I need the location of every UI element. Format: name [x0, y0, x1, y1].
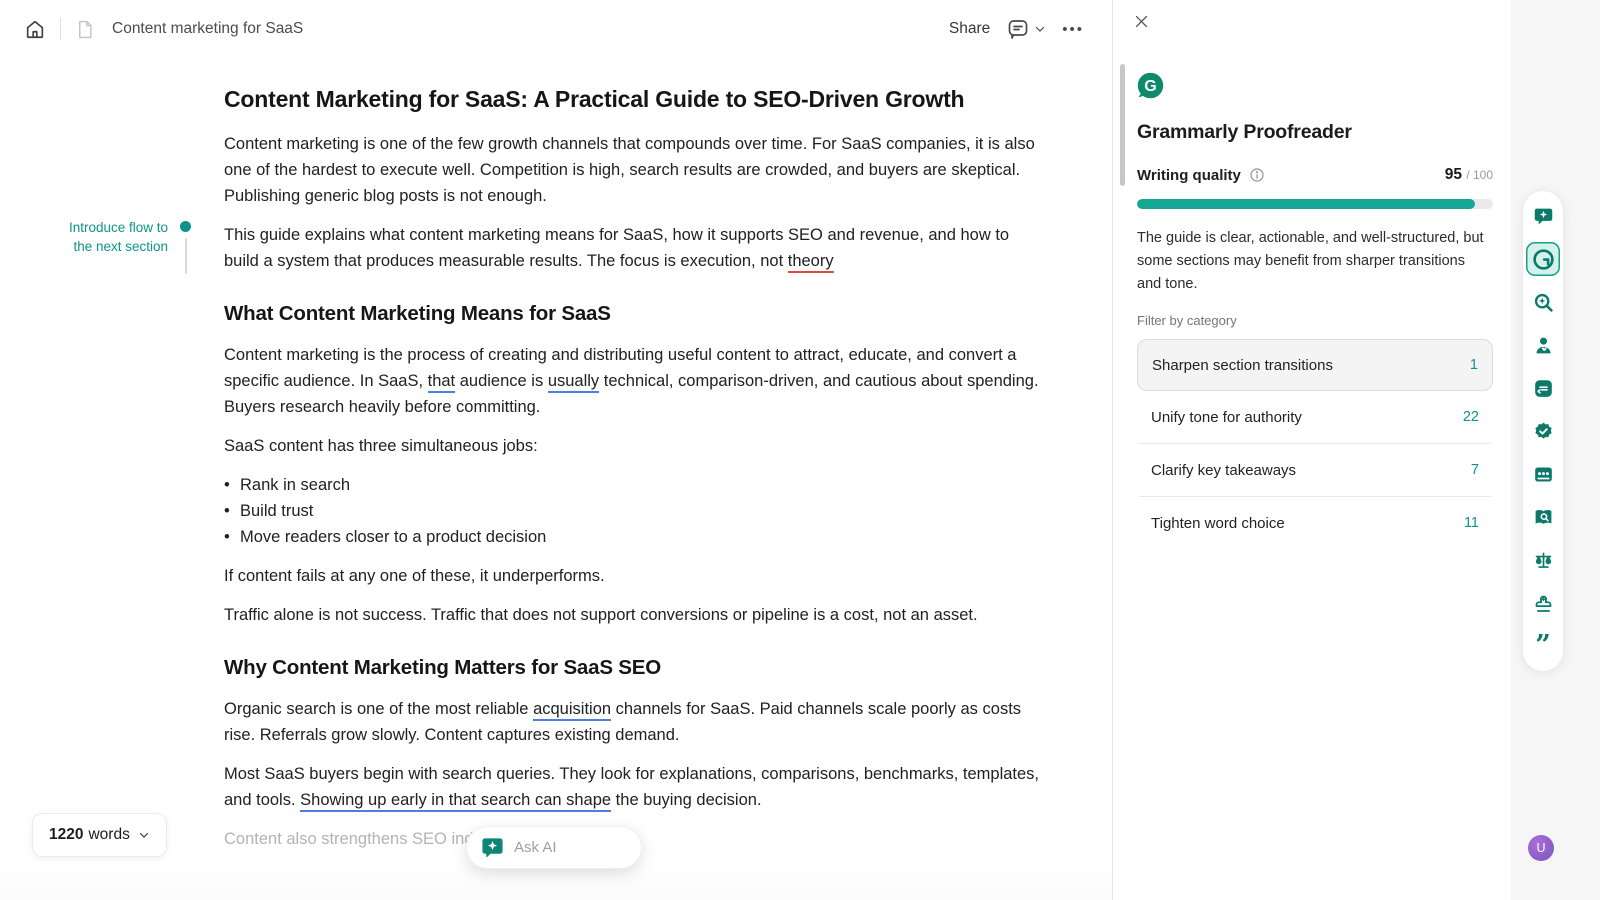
category-count: 1 [1470, 357, 1478, 373]
category-row[interactable]: Unify tone for authority 22 [1137, 391, 1493, 443]
quality-score-max: / 100 [1466, 168, 1493, 182]
doc-paragraph: This guide explains what content marketi… [224, 222, 1042, 274]
doc-bullet-item: Rank in search [224, 472, 1042, 498]
suggestion-underline[interactable]: usually [548, 372, 599, 393]
doc-paragraph: SaaS content has three simultaneous jobs… [224, 433, 1042, 459]
stamp-icon[interactable] [1526, 586, 1560, 620]
doc-paragraph: Content marketing is the process of crea… [224, 342, 1042, 420]
doc-text: If content fails at any one of these, it… [224, 567, 605, 585]
audience-icon[interactable] [1526, 457, 1560, 491]
rewrite-icon[interactable] [1526, 371, 1560, 405]
quality-score: 95 / 100 [1445, 166, 1493, 184]
category-row[interactable]: Sharpen section transitions 1 [1137, 339, 1493, 391]
doc-text: Organic search is one of the most reliab… [224, 700, 533, 718]
chevron-down-icon [1034, 23, 1046, 35]
panel-title: Grammarly Proofreader [1137, 121, 1352, 144]
document-body[interactable]: Content Marketing for SaaS: A Practical … [224, 84, 1042, 865]
doc-text: Content marketing is one of the few grow… [224, 135, 1035, 205]
doc-bullet-list: Rank in searchBuild trustMove readers cl… [224, 472, 1042, 550]
doc-paragraph: Traffic alone is not success. Traffic th… [224, 602, 1042, 628]
ask-ai-sparkle-bubble-icon [481, 836, 504, 859]
quality-score-value: 95 [1445, 166, 1462, 183]
doc-text: SaaS content has three simultaneous jobs… [224, 437, 538, 455]
avatar-initial: U [1536, 841, 1545, 855]
suggestion-underline[interactable]: acquisition [533, 700, 611, 721]
right-rail: ” U [1511, 0, 1600, 900]
chevron-down-icon [138, 829, 150, 841]
user-avatar[interactable]: U [1528, 835, 1554, 861]
topbar-divider [60, 18, 61, 40]
svg-text:G: G [1144, 77, 1156, 95]
document-title-breadcrumb: Content marketing for SaaS [112, 20, 303, 38]
grammarly-logo-icon: G [1137, 72, 1164, 99]
margin-comment-line1: Introduce flow to [56, 218, 168, 237]
panel-scrollbar[interactable] [1120, 64, 1125, 186]
category-count: 11 [1464, 515, 1479, 531]
quote-glyph: ” [1535, 637, 1551, 655]
doc-heading: Why Content Marketing Matters for SaaS S… [224, 655, 1042, 681]
document-area[interactable]: Content marketing for SaaS Share ••• Int… [0, 0, 1112, 900]
doc-bullet-item: Move readers closer to a product decisio… [224, 524, 1042, 550]
comments-toggle-button[interactable] [1006, 17, 1046, 41]
comments-icon [1006, 17, 1030, 41]
badge-check-icon[interactable] [1526, 414, 1560, 448]
share-button[interactable]: Share [949, 20, 990, 38]
category-label: Tighten word choice [1151, 515, 1285, 532]
category-list: Sharpen section transitions 1 Unify tone f… [1137, 339, 1493, 549]
margin-comment[interactable]: Introduce flow to the next section [56, 218, 168, 256]
ask-ai-placeholder: Ask AI [514, 839, 557, 856]
doc-text: This guide explains what content marketi… [224, 226, 1009, 270]
personalize-icon[interactable] [1526, 328, 1560, 362]
category-label: Sharpen section transitions [1152, 357, 1333, 374]
margin-comment-line2: the next section [56, 237, 168, 256]
close-icon [1133, 13, 1150, 30]
assistant-toolbar: ” [1522, 190, 1564, 672]
quality-progress-track [1137, 199, 1493, 209]
category-row[interactable]: Clarify key takeaways 7 [1137, 444, 1493, 496]
suggestion-underline[interactable]: that [428, 372, 456, 393]
doc-paragraph: If content fails at any one of these, it… [224, 563, 1042, 589]
doc-text: Traffic alone is not success. Traffic th… [224, 606, 978, 624]
app-window: Content marketing for SaaS Share ••• Int… [0, 0, 1600, 900]
panel-close-button[interactable] [1129, 13, 1153, 37]
comment-dot-icon[interactable] [180, 221, 191, 232]
info-icon[interactable] [1249, 167, 1265, 183]
more-options-button[interactable]: ••• [1062, 21, 1084, 38]
doc-text: the buying decision. [611, 791, 761, 809]
doc-text: audience is [455, 372, 548, 390]
doc-heading: What Content Marketing Means for SaaS [224, 301, 1042, 327]
plagiarism-book-icon[interactable] [1526, 500, 1560, 534]
comment-thread-line [185, 238, 187, 274]
word-count-button[interactable]: 1220 words [32, 813, 167, 857]
document-topbar: Content marketing for SaaS Share ••• [0, 0, 1112, 58]
doc-paragraph: Most SaaS buyers begin with search queri… [224, 761, 1042, 813]
doc-heading: Content Marketing for SaaS: A Practical … [224, 84, 1042, 114]
suggestion-underline[interactable]: theory [788, 252, 834, 273]
ask-ai-input[interactable]: Ask AI [466, 826, 642, 869]
category-label: Unify tone for authority [1151, 409, 1302, 426]
category-count: 7 [1471, 462, 1479, 478]
category-row[interactable]: Tighten word choice 11 [1137, 497, 1493, 549]
citations-quote-icon[interactable]: ” [1526, 629, 1560, 663]
word-count-unit: words [88, 826, 129, 844]
doc-paragraph: Organic search is one of the most reliab… [224, 696, 1042, 748]
comment-sparkle-icon[interactable] [1526, 199, 1560, 233]
document-file-icon [75, 20, 94, 39]
quality-summary: The guide is clear, actionable, and well… [1137, 227, 1493, 296]
grammarly-g-icon[interactable] [1526, 242, 1560, 276]
word-count-value: 1220 [49, 826, 83, 844]
doc-bullet-item: Build trust [224, 498, 1042, 524]
search-sparkle-icon[interactable] [1526, 285, 1560, 319]
grammarly-panel: G Grammarly Proofreader Writing quality … [1112, 0, 1510, 900]
quality-progress-fill [1137, 199, 1475, 209]
writing-quality-label: Writing quality [1137, 167, 1241, 184]
category-count: 22 [1463, 409, 1479, 425]
suggestion-underline[interactable]: Showing up early in that search can shap… [300, 791, 611, 812]
filter-by-category-label: Filter by category [1137, 313, 1237, 328]
home-icon [24, 18, 46, 40]
tone-scales-icon[interactable] [1526, 543, 1560, 577]
category-label: Clarify key takeaways [1151, 462, 1296, 479]
home-button[interactable] [24, 18, 46, 40]
doc-paragraph: Content marketing is one of the few grow… [224, 131, 1042, 209]
